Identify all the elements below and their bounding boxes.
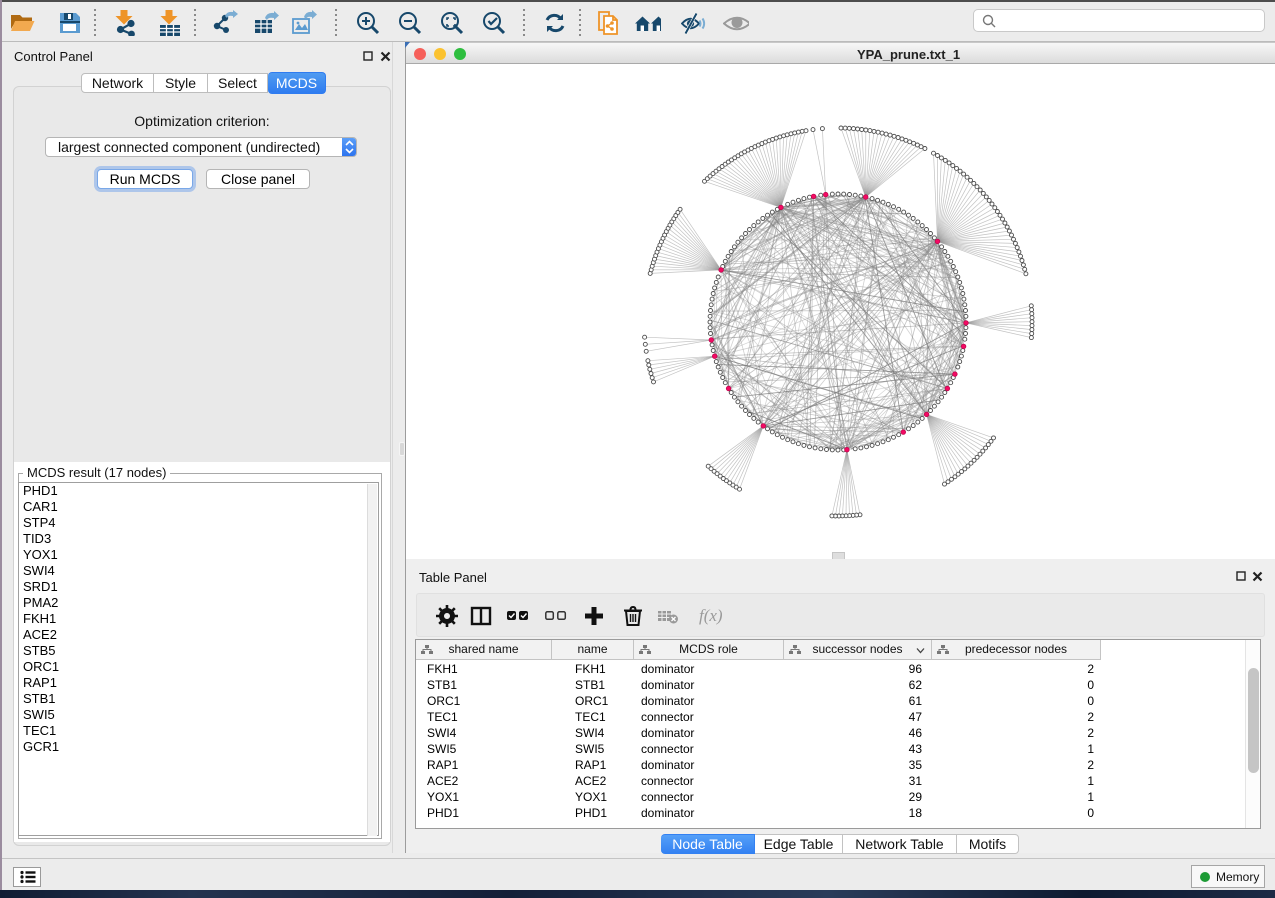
svg-text:f(x): f(x) (699, 606, 723, 625)
